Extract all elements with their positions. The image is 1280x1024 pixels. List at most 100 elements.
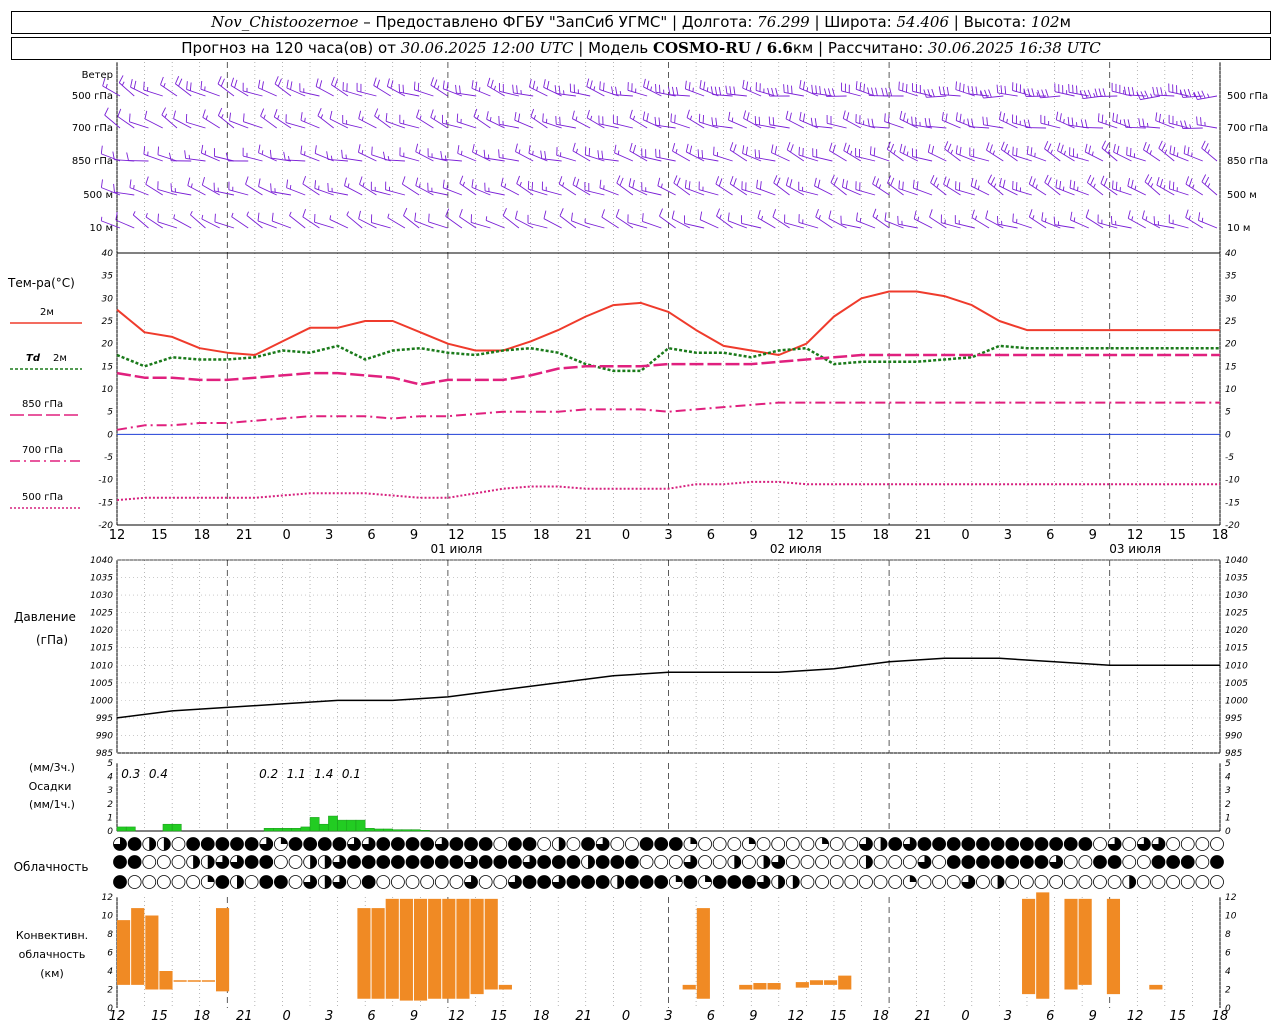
hour-tick-label: 18 [533,528,550,543]
barb-flag [277,78,282,87]
barb-flag [1144,174,1150,182]
barb-flag [1044,174,1049,183]
cloud-fill-full [654,837,668,851]
cloud-circle [873,875,888,889]
barb-flag [946,86,950,96]
cloud-fill-full [947,855,961,869]
cloud-symbol [1063,855,1078,869]
wind-barb [784,214,804,229]
cloud-circle [1166,875,1181,889]
barb-staff [1097,222,1118,229]
barb-flag [143,81,145,90]
hour-tick-label-bottom: 12 [787,1009,804,1024]
wind-barb [830,174,847,196]
cloud-symbol [361,875,376,889]
barb-half-flag [304,151,306,156]
barb-flag [258,144,261,153]
cloud-symbol [654,875,669,889]
cloud-symbol [347,855,361,869]
cloud-fill-full [1020,837,1034,851]
barb-flag [554,85,557,94]
hour-tick-label: 21 [575,528,592,543]
barb-staff [285,122,306,129]
barb-flag [113,183,115,193]
cloud-fill-full [406,855,420,869]
barb-flag [459,208,463,218]
pressure-tick-label: 1035 [90,574,113,584]
convective-bar [1064,898,1078,990]
hour-tick-label-bottom: 9 [749,1009,757,1024]
convective-bar [371,908,385,999]
cloud-fill-full [552,855,566,869]
wind-barb [1180,120,1203,129]
barb-half-flag [478,87,481,92]
cloud-symbol [844,875,859,889]
barb-flag [286,79,289,89]
cloud-fill-half [558,837,566,851]
wind-barb [927,144,947,162]
barb-staff [729,183,748,196]
barb-flag [170,183,172,192]
cloud-fill-half [324,875,332,889]
meteogram: Ветер 500 гПа 700 гПа 850 гПа 500 м 10 м… [7,62,1268,1024]
barb-staff [144,118,163,129]
wind-barb [1040,114,1061,129]
barb-flag [416,109,420,118]
precip-unit-3h: (мм/3ч.) [29,761,75,774]
barb-staff [1029,183,1047,196]
precip-bar [420,830,430,832]
wind-barb [987,174,1004,196]
cloud-fill-full [303,837,317,851]
wind-barb [1044,174,1061,196]
wind-barb [456,113,477,129]
barb-flag [713,146,715,155]
hour-tick-label-bottom: 0 [961,1009,969,1024]
cloud-symbol [727,855,742,869]
barb-flag [457,145,460,154]
pressure-tick-label-right: 1020 [1225,626,1248,636]
barb-flag [1158,113,1161,123]
barb-flag [1112,112,1115,122]
wind-barb [428,213,448,229]
barb-flag [802,81,806,90]
barb-flag [390,80,394,89]
wind-barb [213,148,235,162]
cloud-fill-full [113,855,127,869]
wind-barb [1085,209,1104,229]
barb-staff [601,216,619,229]
barb-flag [1155,112,1158,121]
cloud-fill-full [523,837,537,851]
convective-tick-label: 4 [107,967,113,977]
wind-barb [1012,213,1032,229]
cloud-fill-full [625,875,639,889]
barb-half-flag [1091,151,1094,156]
precip-bar [337,819,348,832]
day-label: 03 июля [1109,542,1161,556]
wind-barb [1183,145,1203,162]
precip-3h-label: 1.4 [314,767,333,781]
barb-flag [1012,146,1014,155]
barb-half-flag [437,85,440,90]
barb-flag [1196,116,1198,125]
barb-flag [802,113,806,122]
barb-half-flag [562,182,565,187]
precip-bar [282,828,292,832]
wind-barb [855,181,876,196]
cloud-circle [1136,875,1151,889]
cloud-symbol [1049,875,1064,889]
wind-barb [371,146,391,162]
wind-barb [913,210,933,229]
cloud-circle [1093,875,1107,889]
barb-staff [1154,94,1175,97]
wind-barb [1000,141,1018,162]
wind-barb [126,152,149,162]
barb-flag [471,179,474,188]
barb-staff [556,154,577,162]
barb-flag [931,145,935,155]
barb-flag [599,179,602,189]
barb-flag [459,175,464,184]
precip-tick-label: 0 [107,827,113,837]
barb-flag [358,110,362,119]
wind-barb [829,142,847,162]
wind-barb [341,149,363,162]
